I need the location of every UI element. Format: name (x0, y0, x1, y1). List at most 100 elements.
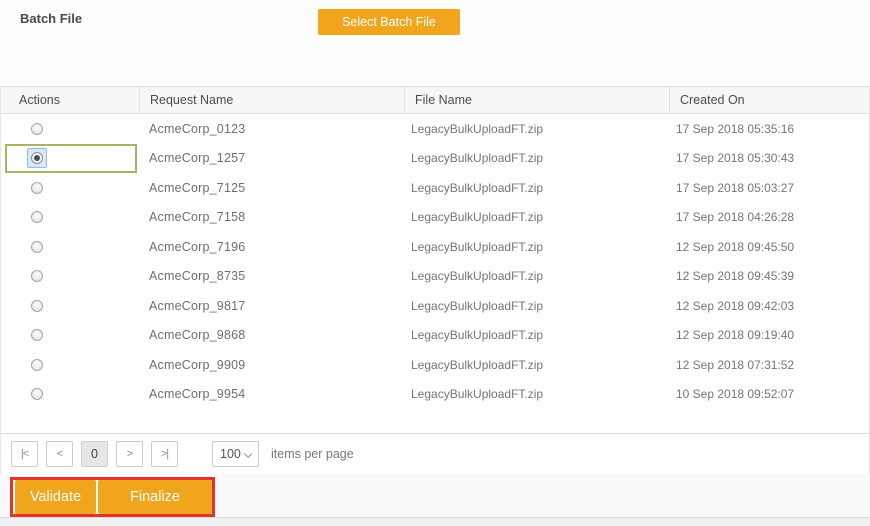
finalize-button[interactable]: Finalize (98, 480, 212, 514)
radio-button[interactable] (31, 329, 43, 341)
last-page-button[interactable]: >| (151, 441, 178, 467)
created-on-cell: 17 Sep 2018 04:26:28 (669, 203, 869, 233)
actions-cell (1, 380, 139, 410)
radio-area (1, 232, 139, 262)
radio-button[interactable] (31, 123, 43, 135)
column-header-created-on: Created On (669, 87, 869, 113)
table-row: AcmeCorp_1257LegacyBulkUploadFT.zip17 Se… (1, 144, 869, 174)
column-header-file-name: File Name (404, 87, 669, 113)
table-row: AcmeCorp_9954LegacyBulkUploadFT.zip10 Se… (1, 380, 869, 410)
request-name-cell: AcmeCorp_9868 (139, 321, 404, 351)
radio-button[interactable] (31, 300, 43, 312)
prev-page-icon: < (57, 448, 62, 460)
first-page-button[interactable]: |< (11, 441, 38, 467)
radio-button-selected[interactable] (31, 152, 43, 164)
column-header-actions: Actions (1, 87, 139, 113)
file-name-cell: LegacyBulkUploadFT.zip (404, 203, 669, 233)
pagination-bar: |< < 0 > >| 100 items per page (0, 433, 870, 474)
file-name-cell: LegacyBulkUploadFT.zip (404, 380, 669, 410)
request-name-cell: AcmeCorp_9954 (139, 380, 404, 410)
radio-area (1, 321, 139, 351)
last-page-icon: >| (161, 448, 168, 460)
next-page-button[interactable]: > (116, 441, 143, 467)
table-row: AcmeCorp_9909LegacyBulkUploadFT.zip12 Se… (1, 350, 869, 380)
created-on-cell: 12 Sep 2018 09:45:39 (669, 262, 869, 292)
file-name-cell: LegacyBulkUploadFT.zip (404, 350, 669, 380)
created-on-cell: 12 Sep 2018 09:42:03 (669, 291, 869, 321)
requests-grid: Actions Request Name File Name Created O… (0, 86, 870, 474)
request-name-cell: AcmeCorp_9817 (139, 291, 404, 321)
file-name-cell: LegacyBulkUploadFT.zip (404, 262, 669, 292)
actions-cell (1, 291, 139, 321)
radio-button[interactable] (31, 211, 43, 223)
radio-button[interactable] (31, 359, 43, 371)
request-name-cell: AcmeCorp_7196 (139, 232, 404, 262)
created-on-cell: 12 Sep 2018 07:31:52 (669, 350, 869, 380)
created-on-cell: 12 Sep 2018 09:45:50 (669, 232, 869, 262)
radio-button[interactable] (31, 241, 43, 253)
next-page-icon: > (127, 448, 132, 460)
items-per-page-label: items per page (271, 447, 354, 461)
previous-page-button[interactable]: < (46, 441, 73, 467)
table-row: AcmeCorp_0123LegacyBulkUploadFT.zip17 Se… (1, 114, 869, 144)
table-row: AcmeCorp_7125LegacyBulkUploadFT.zip17 Se… (1, 173, 869, 203)
actions-cell (1, 173, 139, 203)
items-per-page-value: 100 (213, 447, 241, 461)
created-on-cell: 17 Sep 2018 05:30:43 (669, 144, 869, 174)
actions-cell (1, 232, 139, 262)
request-name-cell: AcmeCorp_9909 (139, 350, 404, 380)
grid-header-row: Actions Request Name File Name Created O… (1, 86, 869, 114)
file-name-cell: LegacyBulkUploadFT.zip (404, 173, 669, 203)
file-name-cell: LegacyBulkUploadFT.zip (404, 114, 669, 144)
radio-area (1, 350, 139, 380)
table-row: AcmeCorp_9817LegacyBulkUploadFT.zip12 Se… (1, 291, 869, 321)
created-on-cell: 17 Sep 2018 05:03:27 (669, 173, 869, 203)
file-name-cell: LegacyBulkUploadFT.zip (404, 144, 669, 174)
table-row: AcmeCorp_9868LegacyBulkUploadFT.zip12 Se… (1, 321, 869, 351)
actions-cell (1, 114, 139, 144)
radio-area (1, 173, 139, 203)
table-row: AcmeCorp_8735LegacyBulkUploadFT.zip12 Se… (1, 262, 869, 292)
created-on-cell: 17 Sep 2018 05:35:16 (669, 114, 869, 144)
radio-area (1, 114, 139, 144)
radio-area (1, 262, 139, 292)
chevron-down-icon (244, 450, 252, 458)
request-name-cell: AcmeCorp_7125 (139, 173, 404, 203)
validate-button[interactable]: Validate (15, 480, 96, 514)
annotation-red-box: Validate Finalize (10, 477, 215, 517)
radio-area (1, 291, 139, 321)
created-on-cell: 10 Sep 2018 09:52:07 (669, 380, 869, 410)
actions-cell (1, 321, 139, 351)
actions-cell (1, 262, 139, 292)
radio-area (1, 144, 139, 174)
radio-focus-highlight (27, 148, 47, 168)
actions-cell (1, 203, 139, 233)
file-name-cell: LegacyBulkUploadFT.zip (404, 232, 669, 262)
actions-cell (1, 144, 139, 174)
grid-body: AcmeCorp_0123LegacyBulkUploadFT.zip17 Se… (1, 114, 869, 432)
request-name-cell: AcmeCorp_8735 (139, 262, 404, 292)
created-on-cell: 12 Sep 2018 09:19:40 (669, 321, 869, 351)
actions-cell (1, 350, 139, 380)
first-page-icon: |< (21, 448, 28, 460)
bottom-bar (0, 517, 870, 526)
footer-actions-section: Validate Finalize (0, 474, 870, 517)
current-page-button[interactable]: 0 (81, 441, 108, 467)
table-row: AcmeCorp_7196LegacyBulkUploadFT.zip12 Se… (1, 232, 869, 262)
radio-button[interactable] (31, 270, 43, 282)
request-name-cell: AcmeCorp_0123 (139, 114, 404, 144)
select-batch-file-button[interactable]: Select Batch File (318, 9, 460, 35)
table-row: AcmeCorp_7158LegacyBulkUploadFT.zip17 Se… (1, 203, 869, 233)
top-section: Batch File Select Batch File (0, 0, 870, 86)
radio-area (1, 380, 139, 410)
file-name-cell: LegacyBulkUploadFT.zip (404, 291, 669, 321)
batch-file-page: Batch File Select Batch File Actions Req… (0, 0, 870, 526)
request-name-cell: AcmeCorp_7158 (139, 203, 404, 233)
column-header-request-name: Request Name (139, 87, 404, 113)
radio-button[interactable] (31, 388, 43, 400)
radio-button[interactable] (31, 182, 43, 194)
items-per-page-select[interactable]: 100 (212, 441, 259, 467)
radio-area (1, 203, 139, 233)
request-name-cell: AcmeCorp_1257 (139, 144, 404, 174)
batch-file-label: Batch File (20, 11, 82, 26)
